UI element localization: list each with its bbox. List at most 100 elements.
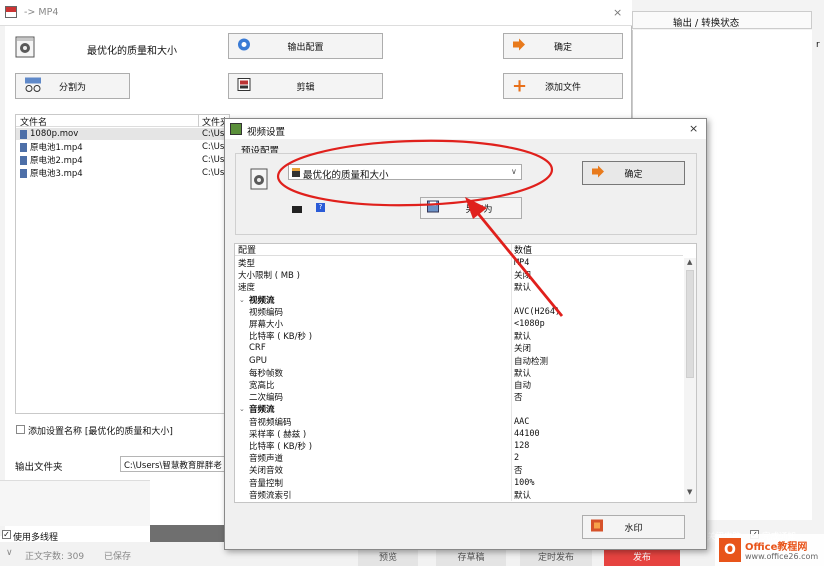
grid-row[interactable]: 音视频编码 AAC [235,415,683,428]
grid-value: AAC [514,416,530,427]
saved-status: 已保存 [104,552,132,562]
table-row[interactable]: 原电池2.mp4 C:\Use [16,154,230,166]
split-button[interactable]: 分割为 [15,73,130,99]
grid-row[interactable]: 比特率 ( KB/秒 ) 默认 [235,330,683,343]
left-sub-panel [0,480,150,526]
grid-col-divider [511,305,512,318]
grid-row[interactable]: 每秒帧数 默认 [235,366,683,379]
add-setting-name-checkbox[interactable] [16,425,25,434]
grid-row[interactable]: 类型 MP4 [235,257,683,270]
cmd-icon[interactable] [292,206,302,213]
table-row[interactable]: 原电池3.mp4 C:\Use [16,167,230,179]
plus-icon: + [512,75,528,97]
dialog-title: 视频设置 [247,127,286,138]
grid-key: 音量控制 [249,478,284,489]
grid-value: 2 [514,453,520,464]
grid-row[interactable]: 音量控制 100% [235,476,683,489]
expand-chevron-icon[interactable]: ∨ [6,548,13,558]
grid-row[interactable]: 屏幕大小 <1080p [235,318,683,331]
output-folder-field[interactable]: C:\Users\智慧教育胖胖老 [120,456,230,472]
collapse-icon[interactable]: ⌄ [239,296,245,304]
grid-row[interactable]: 大小限制 ( MB ) 关闭 [235,269,683,282]
grid-value: 44100 [514,428,540,439]
grid-key: 速度 [238,283,256,294]
grid-key: 宽高比 [249,381,275,392]
grid-group-row[interactable]: ⌄ 音频流 [235,403,683,416]
grid-row[interactable]: 音频流索引 默认 [235,488,683,501]
grid-key: CRF [249,343,266,354]
file-icon [20,155,27,165]
left-edge-strip [0,26,5,536]
grid-scrollbar[interactable]: ▲ ▼ [684,258,696,502]
grid-group-row[interactable]: ⌄ 视频流 [235,293,683,306]
help-icon[interactable]: ? [316,203,325,212]
grid-col-divider [511,391,512,404]
table-row[interactable]: 1080p.mov C:\Use [16,128,230,140]
grid-key: 采样率 ( 赫兹 ) [249,429,307,440]
preset-select[interactable]: 最优化的质量和大小 ∨ [288,164,522,181]
grid-key: 视频编码 [249,307,284,318]
file-list-table: 文件名 文件夹 1080p.mov C:\Use 原电池1.mp4 C:\Use… [15,114,231,414]
grid-key: 音频流 [249,405,275,416]
col-header-name[interactable]: 文件名 [20,115,47,128]
grid-col-divider [511,257,512,270]
file-icon [20,168,27,178]
settings-property-grid: 配置 数值 类型 MP4 大小限制 ( MB ) 关闭 速度 默认 ⌄ 视频流 视频编码 AVC(… [234,243,697,503]
arrow-right-icon [591,165,605,181]
watermark-button[interactable]: 水印 [582,515,685,539]
scroll-up-icon[interactable]: ▲ [687,258,692,266]
grid-col-divider [511,452,512,465]
grid-value: <1080p [514,319,545,330]
grid-row[interactable]: 比特率 ( KB/秒 ) 128 [235,440,683,453]
file-name: 1080p.mov [30,129,79,139]
grid-col-divider [511,440,512,453]
status-panel-header: 输出 / 转换状态 [632,11,812,29]
grid-key: 比特率 ( KB/秒 ) [249,332,313,343]
dialog-ok-button[interactable]: 确定 [582,161,685,185]
grid-key: 每秒帧数 [249,368,284,379]
grid-key: 关闭音效 [249,466,284,477]
grid-row[interactable]: 关闭音效 否 [235,464,683,477]
grid-col-divider [511,281,512,294]
grid-key: 视频流 [249,295,275,306]
grid-value: 否 [514,393,523,404]
scroll-down-icon[interactable]: ▼ [687,488,692,496]
dialog-app-icon [230,123,242,135]
table-row[interactable]: 原电池1.mp4 C:\Use [16,141,230,153]
file-name: 原电池3.mp4 [30,169,83,179]
add-file-button[interactable]: + 添加文件 [503,73,623,99]
preset-label: 最优化的质量和大小 [87,46,177,57]
grid-col-divider [511,354,512,367]
file-icon [20,129,27,139]
grid-col-divider [511,342,512,355]
grid-col-divider [511,318,512,331]
grid-value: 自动 [514,381,532,392]
grid-col-divider [511,464,512,477]
grid-row[interactable]: CRF 关闭 [235,342,683,355]
grid-key: 类型 [238,259,256,270]
bg-ok-button[interactable]: 确定 [503,33,623,59]
save-icon [427,200,439,216]
multithread-checkbox[interactable]: ✓ [2,530,11,539]
cut-button[interactable]: 剪辑 [228,73,383,99]
grid-row[interactable]: GPU 自动检测 [235,354,683,367]
grid-row[interactable]: 二次编码 否 [235,391,683,404]
grid-value: 100% [514,477,535,488]
grid-row[interactable]: 采样率 ( 赫兹 ) 44100 [235,427,683,440]
grid-value: 关闭 [514,271,532,282]
panel-edge-letter: r [816,40,820,50]
grid-row[interactable]: 视频编码 AVC(H264) [235,305,683,318]
watermark-icon [591,519,603,535]
window-close-icon[interactable]: × [613,6,622,19]
collapse-icon[interactable]: ⌄ [239,405,245,413]
add-setting-name-label: 添加设置名称 [最优化的质量和大小] [28,427,173,437]
dialog-close-icon[interactable]: × [689,122,698,135]
grid-row[interactable]: 宽高比 自动 [235,379,683,392]
save-as-button[interactable]: 另存为 [420,197,522,219]
grid-row[interactable]: 音频声道 2 [235,452,683,465]
preset-app-icon [15,36,35,58]
grid-value: MP4 [514,258,530,269]
grid-row[interactable]: 速度 默认 [235,281,683,294]
output-config-button[interactable]: 输出配置 [228,33,383,59]
scroll-thumb[interactable] [686,270,694,378]
